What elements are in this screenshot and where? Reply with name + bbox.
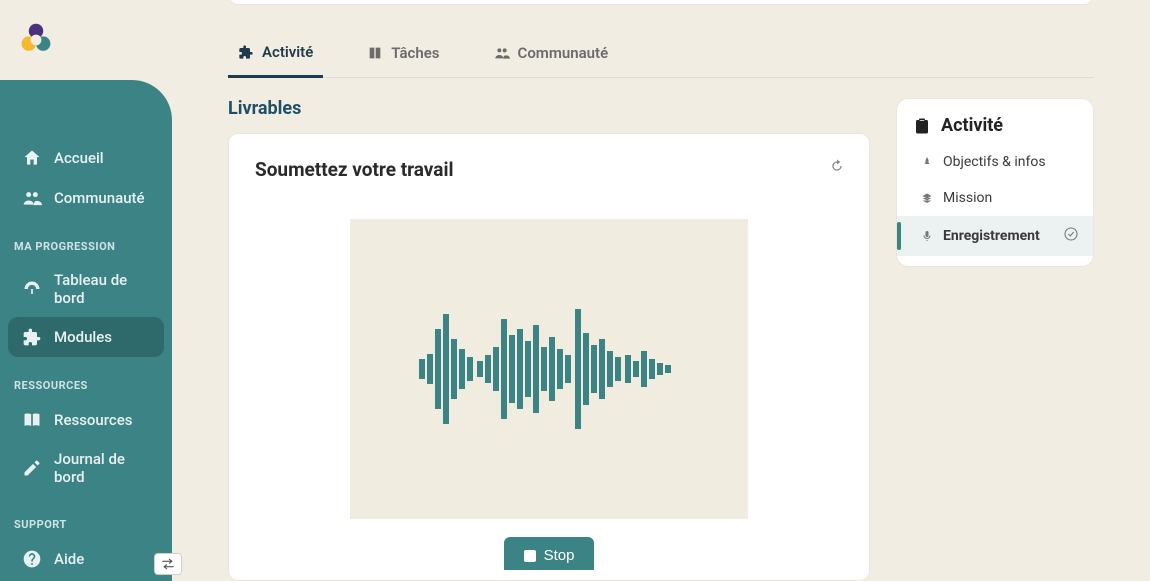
sidebar-section-title: MA PROGRESSION: [0, 218, 172, 261]
stop-row: Stop: [255, 537, 843, 570]
card-title: Soumettez votre travail: [255, 158, 843, 181]
step-mission[interactable]: Mission: [897, 180, 1093, 216]
activity-steps-panel: Activité Objectifs & infos Mission Enreg…: [896, 98, 1094, 267]
pin-icon: [921, 156, 933, 168]
users-icon: [22, 188, 42, 208]
sidebar-item-journal[interactable]: Journal de bord: [0, 440, 172, 496]
sidebar-item-label: Aide: [54, 550, 84, 568]
sidebar-nav: Accueil Communauté MA PROGRESSION Tablea…: [0, 80, 172, 581]
sidebar-item-accueil[interactable]: Accueil: [0, 138, 172, 178]
stop-label: Stop: [544, 547, 575, 564]
sidebar-item-ressources[interactable]: Ressources: [0, 400, 172, 440]
tabs: Activité Tâches Communauté: [228, 43, 1094, 78]
activity-panel-title: Activité: [897, 115, 1093, 144]
sidebar-section-title: SUPPORT: [0, 496, 172, 539]
sidebar-item-tableau-de-bord[interactable]: Tableau de bord: [0, 261, 172, 317]
sidebar-item-modules[interactable]: Modules: [8, 317, 164, 357]
app-logo: [0, 0, 172, 80]
sidebar-item-label: Journal de bord: [54, 450, 158, 486]
top-card-bottom: Évalué: non: [228, 0, 1094, 5]
puzzle-icon: [238, 44, 254, 60]
section-heading: Livrables: [228, 98, 870, 119]
logo-icon: [18, 22, 54, 58]
sidebar-item-communaute[interactable]: Communauté: [0, 178, 172, 218]
columns-icon: [367, 45, 383, 61]
stop-recording-button[interactable]: Stop: [504, 537, 595, 570]
users-icon: [494, 45, 510, 61]
sidebar-item-label: Tableau de bord: [54, 271, 158, 307]
undo-icon: [829, 158, 845, 174]
sidebar-item-label: Accueil: [54, 149, 104, 167]
step-label: Objectifs & infos: [943, 154, 1046, 170]
puzzle-icon: [22, 327, 42, 347]
tab-taches[interactable]: Tâches: [357, 43, 449, 77]
tab-label: Communauté: [518, 44, 609, 62]
deliverable-card: Soumettez votre travail: [228, 133, 870, 581]
tab-label: Activité: [262, 43, 313, 61]
sidebar-item-aide[interactable]: Aide: [0, 539, 172, 579]
undo-button[interactable]: [829, 158, 845, 178]
main-area: Évalué: non Activité Tâches Communauté L…: [172, 0, 1150, 581]
content-row: Livrables Soumettez votre travail: [228, 98, 1094, 581]
home-icon: [22, 148, 42, 168]
step-check-icon: [1063, 226, 1079, 246]
panel-title-text: Activité: [941, 115, 1003, 136]
step-label: Enregistrement: [943, 228, 1040, 244]
content-left: Livrables Soumettez votre travail: [228, 98, 870, 581]
tab-communaute[interactable]: Communauté: [484, 43, 619, 77]
layers-icon: [921, 192, 933, 204]
waveform-icon: [419, 289, 679, 449]
book-icon: [22, 410, 42, 430]
sidebar-item-label: Modules: [54, 328, 112, 346]
clipboard-icon: [913, 117, 931, 135]
edit-icon: [22, 458, 42, 478]
stop-icon: [524, 550, 536, 562]
step-enregistrement[interactable]: Enregistrement: [897, 216, 1093, 256]
tab-activite[interactable]: Activité: [228, 43, 323, 78]
audio-waveform-canvas: [350, 219, 748, 519]
dashboard-icon: [22, 279, 42, 299]
sidebar-item-label: Communauté: [54, 189, 145, 207]
microphone-icon: [921, 230, 933, 242]
sidebar-item-label: Ressources: [54, 411, 133, 429]
step-objectifs-infos[interactable]: Objectifs & infos: [897, 144, 1093, 180]
step-label: Mission: [943, 190, 992, 206]
sidebar: Accueil Communauté MA PROGRESSION Tablea…: [0, 0, 172, 581]
help-icon: [22, 549, 42, 569]
tab-label: Tâches: [391, 44, 439, 62]
sidebar-section-title: RESSOURCES: [0, 357, 172, 400]
